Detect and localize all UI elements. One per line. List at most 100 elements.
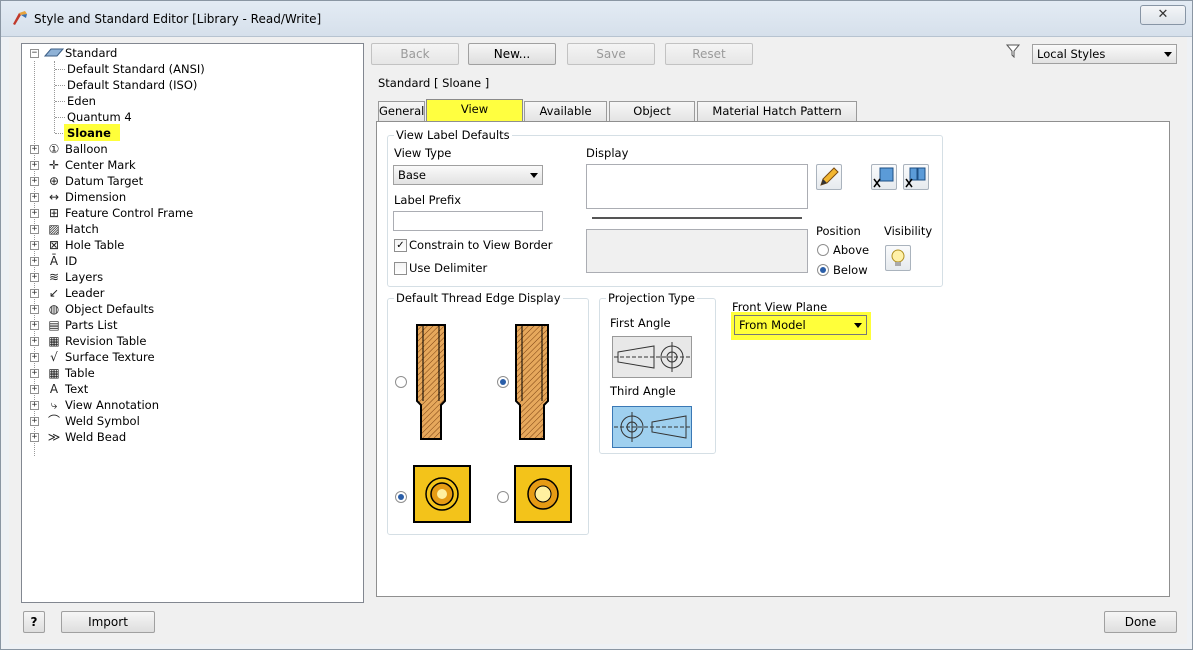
expand-icon[interactable]: +	[30, 193, 39, 202]
expand-icon[interactable]: +	[30, 369, 39, 378]
display-top-field[interactable]	[586, 164, 808, 209]
thread-side-option-1-radio[interactable]	[395, 376, 407, 388]
expand-icon[interactable]: +	[30, 433, 39, 442]
expand-icon[interactable]: +	[30, 401, 39, 410]
new-button[interactable]: New...	[468, 43, 556, 65]
expand-icon[interactable]: +	[30, 321, 39, 330]
expand-icon[interactable]: +	[30, 145, 39, 154]
tree-item-feature-control-frame[interactable]: Feature Control Frame	[65, 205, 193, 221]
feature-control-frame-icon: ⊞	[48, 206, 60, 220]
tree-item-revision-table[interactable]: Revision Table	[65, 333, 146, 349]
balloon-icon: ①	[48, 142, 60, 156]
edit-text-button[interactable]	[816, 164, 842, 190]
tab-available-styles[interactable]: Available Styles	[524, 101, 607, 136]
expand-icon[interactable]: +	[30, 289, 39, 298]
tree-item-layers[interactable]: Layers	[65, 269, 103, 285]
expand-icon[interactable]: +	[30, 225, 39, 234]
expand-icon[interactable]: +	[30, 385, 39, 394]
style-filter-dropdown[interactable]: Local Styles	[1032, 44, 1177, 64]
import-button[interactable]: Import	[61, 611, 155, 633]
expand-icon[interactable]: +	[30, 257, 39, 266]
tree-item-leader[interactable]: Leader	[65, 285, 104, 301]
third-angle-button[interactable]	[612, 406, 692, 448]
expand-icon[interactable]: +	[30, 209, 39, 218]
label-prefix-input[interactable]	[393, 211, 543, 231]
dialog-body: − Standard Default Standard (ANSI) Defau…	[9, 37, 1187, 644]
tree-item-text[interactable]: Text	[65, 381, 88, 397]
display-bottom-field[interactable]	[586, 229, 808, 273]
tree-item-sloane[interactable]: Sloane	[67, 125, 111, 141]
thread-end-option-2-radio[interactable]	[497, 491, 509, 503]
collapse-icon[interactable]: −	[30, 49, 39, 58]
expand-icon[interactable]: +	[30, 417, 39, 426]
expand-icon[interactable]: +	[30, 161, 39, 170]
thread-side-option-2-radio[interactable]	[497, 376, 509, 388]
weld-symbol-icon: ⌒	[47, 414, 60, 428]
lightbulb-icon	[891, 249, 905, 266]
tree-item-surface-texture[interactable]: Surface Texture	[65, 349, 155, 365]
position-above-radio[interactable]	[817, 244, 829, 256]
tree-root-standard[interactable]: Standard	[65, 45, 117, 61]
tree-item-eden[interactable]: Eden	[67, 93, 96, 109]
tree-item-datum-target[interactable]: Datum Target	[65, 173, 143, 189]
symbol-icon	[905, 167, 926, 188]
tree-item-id[interactable]: ID	[65, 253, 77, 269]
tree-item-ansi[interactable]: Default Standard (ANSI)	[67, 61, 205, 77]
expand-icon[interactable]: +	[30, 353, 39, 362]
expand-icon[interactable]: +	[30, 241, 39, 250]
reset-button[interactable]: Reset	[665, 43, 753, 65]
tab-object-defaults[interactable]: Object Defaults	[609, 101, 695, 136]
constrain-checkbox[interactable]: ✓	[394, 239, 407, 252]
tree-line	[55, 101, 65, 102]
thread-edge-group: Default Thread Edge Display	[387, 292, 589, 535]
thread-end-view-icon	[413, 465, 471, 523]
tree-item-dimension[interactable]: Dimension	[65, 189, 126, 205]
done-button[interactable]: Done	[1104, 611, 1177, 633]
back-button[interactable]: Back	[371, 43, 459, 65]
leader-icon: ↙	[48, 286, 60, 300]
position-below-radio[interactable]	[817, 264, 829, 276]
tree-item-weld-symbol[interactable]: Weld Symbol	[65, 413, 140, 429]
view-type-dropdown[interactable]: Base	[393, 165, 543, 185]
tree-item-view-annotation[interactable]: View Annotation	[65, 397, 159, 413]
view-preferences-panel: View Label Defaults View Type Base Label…	[376, 121, 1170, 597]
style-tree[interactable]: − Standard Default Standard (ANSI) Defau…	[21, 43, 364, 603]
tree-item-quantum-4[interactable]: Quantum 4	[67, 109, 132, 125]
tree-item-table[interactable]: Table	[65, 365, 95, 381]
delimiter-label: Use Delimiter	[409, 261, 488, 275]
position-label: Position	[816, 224, 861, 238]
first-angle-button[interactable]	[612, 336, 692, 378]
front-view-plane-dropdown[interactable]: From Model	[734, 315, 867, 335]
field-symbol-button[interactable]	[903, 164, 929, 190]
tree-item-center-mark[interactable]: Center Mark	[65, 157, 136, 173]
app-icon	[13, 11, 27, 25]
expand-icon[interactable]: +	[30, 177, 39, 186]
title-bar[interactable]: Style and Standard Editor [Library - Rea…	[1, 1, 1192, 37]
tree-item-hole-table[interactable]: Hole Table	[65, 237, 124, 253]
chevron-down-icon	[854, 323, 862, 328]
view-label-defaults-title: View Label Defaults	[394, 128, 512, 142]
tree-item-weld-bead[interactable]: Weld Bead	[65, 429, 126, 445]
expand-icon[interactable]: +	[30, 273, 39, 282]
close-button[interactable]: ✕	[1140, 5, 1186, 25]
tab-general[interactable]: General	[378, 101, 425, 121]
field-icon	[873, 167, 894, 188]
window-title: Style and Standard Editor [Library - Rea…	[34, 12, 322, 26]
first-angle-label: First Angle	[610, 316, 671, 330]
save-button[interactable]: Save	[567, 43, 655, 65]
visibility-button[interactable]	[885, 245, 911, 271]
expand-icon[interactable]: +	[30, 337, 39, 346]
help-button[interactable]: ?	[23, 611, 45, 633]
thread-end-option-1-radio[interactable]	[395, 491, 407, 503]
constrain-label: Constrain to View Border	[409, 238, 553, 252]
tree-item-hatch[interactable]: Hatch	[65, 221, 99, 237]
field-x-button[interactable]	[871, 164, 897, 190]
tree-item-balloon[interactable]: Balloon	[65, 141, 108, 157]
delimiter-checkbox[interactable]	[394, 262, 407, 275]
tree-item-object-defaults[interactable]: Object Defaults	[65, 301, 154, 317]
tab-view-preferences[interactable]: View Preferences	[426, 99, 523, 134]
tab-material-hatch-pattern-defaults[interactable]: Material Hatch Pattern Defaults	[697, 101, 857, 136]
tree-item-parts-list[interactable]: Parts List	[65, 317, 117, 333]
tree-item-iso[interactable]: Default Standard (ISO)	[67, 77, 197, 93]
expand-icon[interactable]: +	[30, 305, 39, 314]
